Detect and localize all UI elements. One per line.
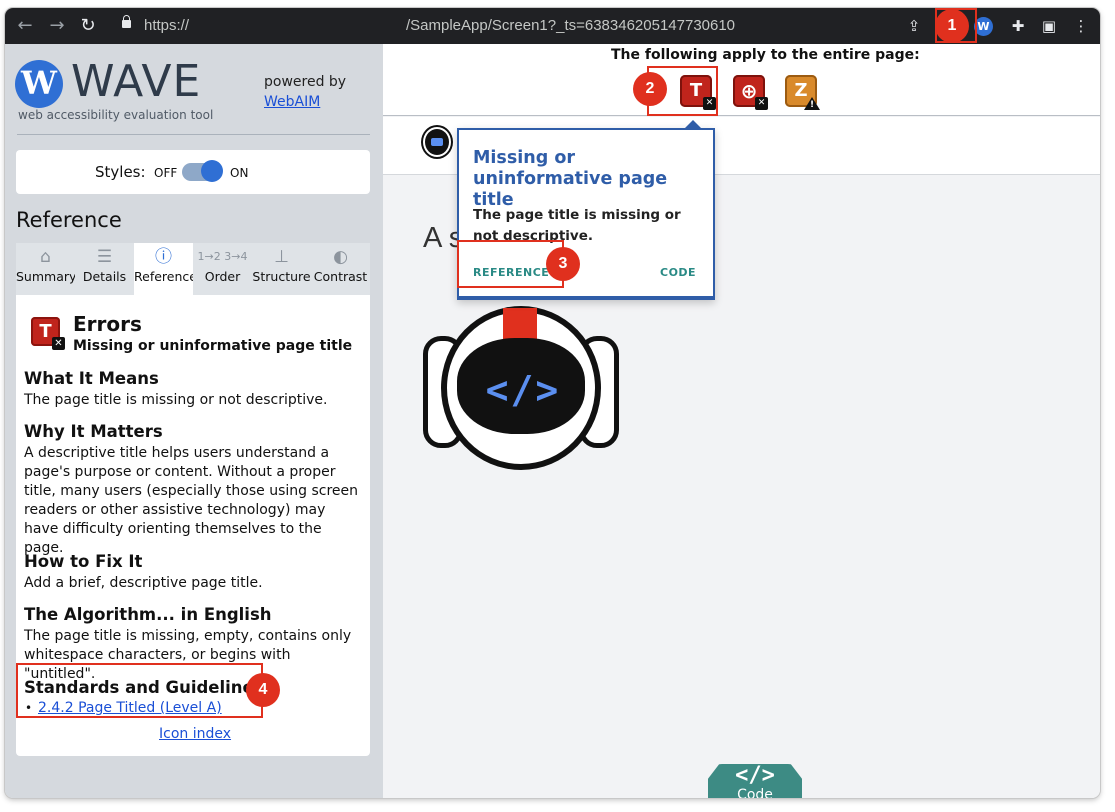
- robot-stripe: [503, 308, 537, 342]
- reload-icon[interactable]: ↻: [78, 16, 98, 36]
- info-icon: ⓘ: [155, 247, 172, 267]
- icon-index-link[interactable]: Icon index: [159, 726, 231, 742]
- list-icon: ☰: [96, 247, 113, 267]
- code-icon: </>: [735, 763, 775, 788]
- step-badge-4: 4: [246, 673, 280, 707]
- tab-label: Details: [82, 269, 127, 284]
- styles-toggle-knob[interactable]: [201, 160, 223, 182]
- contrast-icon: ◐: [333, 247, 348, 267]
- order-icon: 1→2 3→4: [197, 250, 248, 263]
- robot-logo-icon: [423, 127, 451, 157]
- share-icon[interactable]: ⇪: [904, 16, 924, 36]
- code-label: Code: [737, 787, 773, 798]
- address-bar-path[interactable]: /SampleApp/Screen1?_ts=63834620514773061…: [406, 17, 735, 34]
- wave-logo-text: WAVE: [71, 56, 202, 107]
- address-bar-scheme[interactable]: https://: [144, 17, 189, 34]
- wave-logo-icon: W: [15, 60, 63, 108]
- step-badge-2: 2: [633, 72, 667, 106]
- logo-subtitle: web accessibility evaluation tool: [18, 108, 214, 122]
- error-x-icon: ✕: [755, 97, 768, 110]
- tab-order[interactable]: 1→2 3→4 Order: [193, 243, 252, 295]
- code-toggle-button[interactable]: </> Code: [708, 764, 802, 798]
- why-it-matters-text: A descriptive title helps users understa…: [24, 445, 359, 556]
- back-icon[interactable]: ←: [15, 16, 35, 36]
- algorithm-heading: The Algorithm... in English: [24, 605, 272, 624]
- tab-details[interactable]: ☰ Details: [75, 243, 134, 295]
- step-badge-1: 1: [935, 9, 969, 43]
- tab-label: Structure: [252, 269, 311, 284]
- error-x-icon: ✕: [52, 337, 65, 350]
- webaim-link[interactable]: WebAIM: [264, 94, 320, 110]
- tab-label: Contrast: [313, 269, 368, 284]
- what-it-means-heading: What It Means: [24, 369, 159, 388]
- divider: [17, 134, 370, 135]
- robot-illustration: </>: [423, 296, 619, 474]
- page-level-icons-bar: The following apply to the entire page: …: [383, 44, 1100, 116]
- code-brackets-icon: </>: [485, 368, 561, 412]
- extensions-icon[interactable]: ✚: [1008, 16, 1028, 36]
- step-badge-3: 3: [546, 247, 580, 281]
- standards-highlight: [16, 663, 263, 718]
- structure-icon: ⊥: [274, 247, 289, 267]
- how-to-fix-text: Add a brief, descriptive page title.: [24, 575, 263, 591]
- tab-label: Reference: [134, 269, 197, 284]
- page-level-heading: The following apply to the entire page:: [611, 47, 920, 63]
- styles-on-label: ON: [230, 166, 249, 180]
- tooltip-code-button[interactable]: CODE: [660, 266, 696, 279]
- warning-mark: !: [810, 100, 815, 110]
- panel-heading: Reference: [16, 208, 122, 232]
- lock-icon[interactable]: [122, 15, 131, 28]
- tab-contrast[interactable]: ◐ Contrast: [311, 243, 370, 295]
- home-icon: ⌂: [40, 247, 51, 267]
- reference-category: Errors: [73, 312, 142, 336]
- reference-item-title: Missing or uninformative page title: [73, 338, 353, 354]
- tab-reference[interactable]: ⓘ Reference: [134, 243, 197, 295]
- menu-icon[interactable]: ⋮: [1071, 16, 1091, 36]
- tab-structure[interactable]: ⊥ Structure: [252, 243, 311, 295]
- styles-off-label: OFF: [154, 166, 178, 180]
- styles-label: Styles:: [95, 163, 146, 181]
- what-it-means-text: The page title is missing or not descrip…: [24, 392, 328, 408]
- how-to-fix-heading: How to Fix It: [24, 552, 143, 571]
- tooltip-title: Missing or uninformative page title: [473, 148, 668, 210]
- why-it-matters-heading: Why It Matters: [24, 422, 163, 441]
- sidebar-tabs: ⌂ Summary ☰ Details ⓘ Reference 1→2 3→4 …: [16, 243, 370, 295]
- tab-summary[interactable]: ⌂ Summary: [16, 243, 77, 295]
- tab-label: Summary: [16, 269, 77, 284]
- powered-by-text: powered by: [264, 74, 347, 90]
- tab-label: Order: [204, 269, 241, 284]
- side-panel-icon[interactable]: ▣: [1039, 16, 1059, 36]
- forward-icon[interactable]: →: [47, 16, 67, 36]
- styles-panel: Styles: OFF ON: [16, 150, 370, 194]
